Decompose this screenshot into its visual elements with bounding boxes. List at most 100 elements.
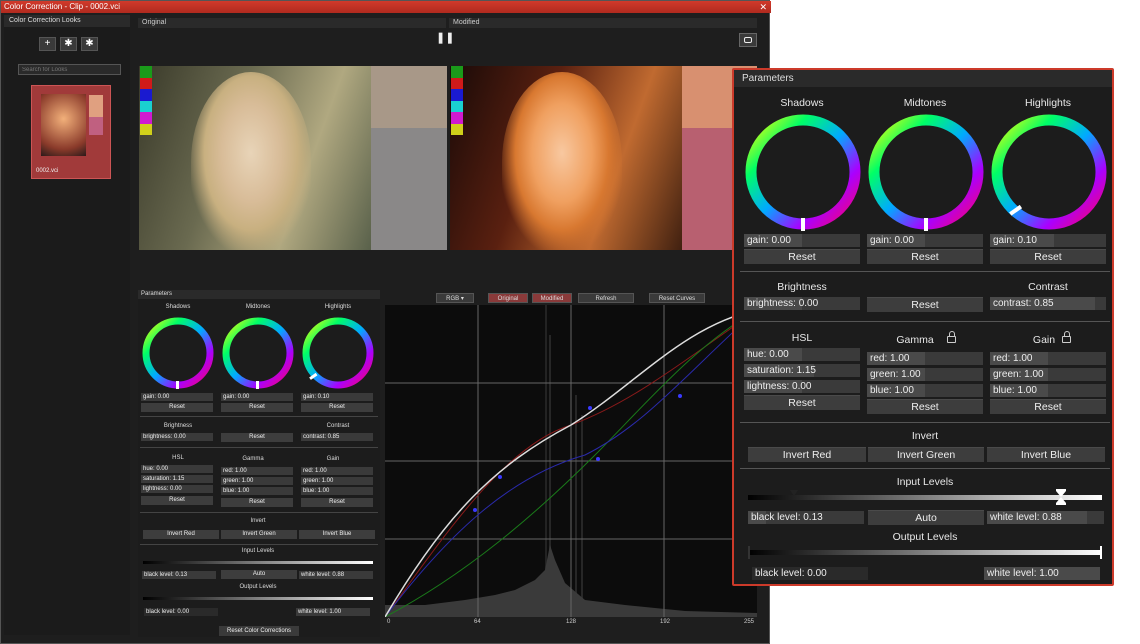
midtones-gain-field[interactable]: gain: 0.00 xyxy=(867,234,983,247)
input-white-level-field[interactable]: white level: 0.88 xyxy=(299,571,373,579)
refresh-button[interactable]: Refresh xyxy=(578,293,634,303)
midtones-wheel[interactable] xyxy=(868,114,984,230)
output-white-value: white level: 1.00 xyxy=(987,568,1059,579)
gain-red-field[interactable]: red: 1.00 xyxy=(990,352,1106,365)
shadows-handle[interactable] xyxy=(176,381,179,389)
output-white-level-field[interactable]: white level: 1.00 xyxy=(296,608,370,616)
modified-toggle-button[interactable]: Modified xyxy=(532,293,572,303)
reset-curves-button[interactable]: Reset Curves xyxy=(649,293,705,303)
contrast-field[interactable]: contrast: 0.85 xyxy=(990,297,1106,310)
output-white-level-field[interactable]: white level: 1.00 xyxy=(984,567,1100,580)
gain-green-field[interactable]: green: 1.00 xyxy=(990,368,1106,381)
camera-icon[interactable] xyxy=(739,33,757,47)
shadows-handle[interactable] xyxy=(801,218,805,231)
saturation-field[interactable]: saturation: 1.15 xyxy=(141,475,213,483)
saturation-field[interactable]: saturation: 1.15 xyxy=(744,364,860,377)
gain-red-field[interactable]: red: 1.00 xyxy=(301,467,373,475)
midtones-gain-value: gain: 0.00 xyxy=(870,235,914,246)
look-thumbnail[interactable]: 0002.vci xyxy=(31,85,111,179)
highlights-reset-button[interactable]: Reset xyxy=(301,403,373,412)
channel-select[interactable]: RGB ▾ xyxy=(436,293,474,303)
gain-blue-field[interactable]: blue: 1.00 xyxy=(301,487,373,495)
midtones-wheel[interactable] xyxy=(222,317,294,389)
gamma-reset-button[interactable]: Reset xyxy=(867,399,983,414)
shadows-reset-button[interactable]: Reset xyxy=(141,403,213,412)
invert-green-button[interactable]: Invert Green xyxy=(221,530,297,539)
shadows-wheel[interactable] xyxy=(745,114,861,230)
highlights-wheel[interactable] xyxy=(991,114,1107,230)
hue-field[interactable]: hue: 0.00 xyxy=(744,348,860,361)
gain-green-field[interactable]: green: 1.00 xyxy=(301,477,373,485)
input-levels-label: Input Levels xyxy=(241,548,275,554)
search-looks-input[interactable] xyxy=(18,64,121,75)
shadows-reset-button[interactable]: Reset xyxy=(744,249,860,264)
lightness-field[interactable]: lightness: 0.00 xyxy=(141,485,213,493)
gamma-red-field[interactable]: red: 1.00 xyxy=(221,467,293,475)
close-icon[interactable]: ✕ xyxy=(759,1,767,13)
gain-reset-button[interactable]: Reset xyxy=(990,399,1106,414)
output-black-level-field[interactable]: black level: 0.00 xyxy=(144,608,218,616)
hue-field[interactable]: hue: 0.00 xyxy=(141,465,213,473)
highlights-reset-button[interactable]: Reset xyxy=(990,249,1106,264)
midtones-label: Midtones xyxy=(903,97,947,109)
pause-icon[interactable]: ❚❚ xyxy=(436,31,454,44)
midtones-reset-button[interactable]: Reset xyxy=(221,403,293,412)
invert-red-button[interactable]: Invert Red xyxy=(143,530,219,539)
invert-green-button[interactable]: Invert Green xyxy=(868,447,984,462)
output-white-handle[interactable] xyxy=(1100,546,1102,559)
gamma-blue-field[interactable]: blue: 1.00 xyxy=(867,384,983,397)
reset-color-corrections-button[interactable]: Reset Color Corrections xyxy=(219,626,299,636)
brightness-contrast-reset-button[interactable]: Reset xyxy=(221,433,293,442)
auto-levels-button[interactable]: Auto xyxy=(868,510,984,525)
midtones-handle[interactable] xyxy=(256,381,259,389)
auto-levels-button[interactable]: Auto xyxy=(221,570,297,579)
input-levels-slider[interactable] xyxy=(748,495,1102,500)
looks-toolbar: + ✱ ✱ xyxy=(39,37,98,51)
grid xyxy=(385,305,757,617)
gamma-lock-icon[interactable] xyxy=(947,331,956,343)
input-white-level-field[interactable]: white level: 0.88 xyxy=(987,511,1104,524)
invert-blue-button[interactable]: Invert Blue xyxy=(987,447,1105,462)
midtones-gain-field[interactable]: gain: 0.00 xyxy=(221,393,293,401)
shadows-wheel[interactable] xyxy=(142,317,214,389)
shadows-gain-field[interactable]: gain: 0.00 xyxy=(744,234,860,247)
curves-canvas[interactable] xyxy=(384,305,758,618)
output-black-handle[interactable] xyxy=(748,546,750,559)
add-look-icon[interactable]: + xyxy=(39,37,56,51)
reference-swatch xyxy=(371,128,447,250)
input-white-handle[interactable] xyxy=(1056,489,1066,505)
gain-blue-field[interactable]: blue: 1.00 xyxy=(990,384,1106,397)
lightness-field[interactable]: lightness: 0.00 xyxy=(744,380,860,393)
gamma-red-field[interactable]: red: 1.00 xyxy=(867,352,983,365)
midtones-reset-button[interactable]: Reset xyxy=(867,249,983,264)
gamma-reset-button[interactable]: Reset xyxy=(221,498,293,507)
curves-graph[interactable] xyxy=(384,305,758,618)
input-black-level-field[interactable]: black level: 0.13 xyxy=(748,511,864,524)
input-levels-slider[interactable] xyxy=(143,561,373,564)
invert-blue-button[interactable]: Invert Blue xyxy=(299,530,375,539)
gamma-green-field[interactable]: green: 1.00 xyxy=(221,477,293,485)
contrast-field[interactable]: contrast: 0.85 xyxy=(301,433,373,441)
hsl-reset-button[interactable]: Reset xyxy=(744,395,860,410)
gamma-green-field[interactable]: green: 1.00 xyxy=(867,368,983,381)
shadows-gain-field[interactable]: gain: 0.00 xyxy=(141,393,213,401)
output-levels-slider[interactable] xyxy=(143,597,373,600)
apply-look-icon[interactable]: ✱ xyxy=(60,37,77,51)
gain-lock-icon[interactable] xyxy=(1062,331,1071,343)
midtones-handle[interactable] xyxy=(924,218,928,231)
gamma-blue-field[interactable]: blue: 1.00 xyxy=(221,487,293,495)
input-black-handle[interactable] xyxy=(790,490,798,496)
highlights-gain-field[interactable]: gain: 0.10 xyxy=(990,234,1106,247)
input-black-level-field[interactable]: black level: 0.13 xyxy=(142,571,216,579)
highlights-gain-field[interactable]: gain: 0.10 xyxy=(301,393,373,401)
brightness-field[interactable]: brightness: 0.00 xyxy=(141,433,213,441)
hsl-reset-button[interactable]: Reset xyxy=(141,496,213,505)
brightness-contrast-reset-button[interactable]: Reset xyxy=(867,297,983,312)
manage-look-icon[interactable]: ✱ xyxy=(81,37,98,51)
gain-reset-button[interactable]: Reset xyxy=(301,498,373,507)
output-black-level-field[interactable]: black level: 0.00 xyxy=(752,567,868,580)
output-levels-slider[interactable] xyxy=(748,550,1102,555)
brightness-field[interactable]: brightness: 0.00 xyxy=(744,297,860,310)
original-toggle-button[interactable]: Original xyxy=(488,293,528,303)
invert-red-button[interactable]: Invert Red xyxy=(748,447,866,462)
